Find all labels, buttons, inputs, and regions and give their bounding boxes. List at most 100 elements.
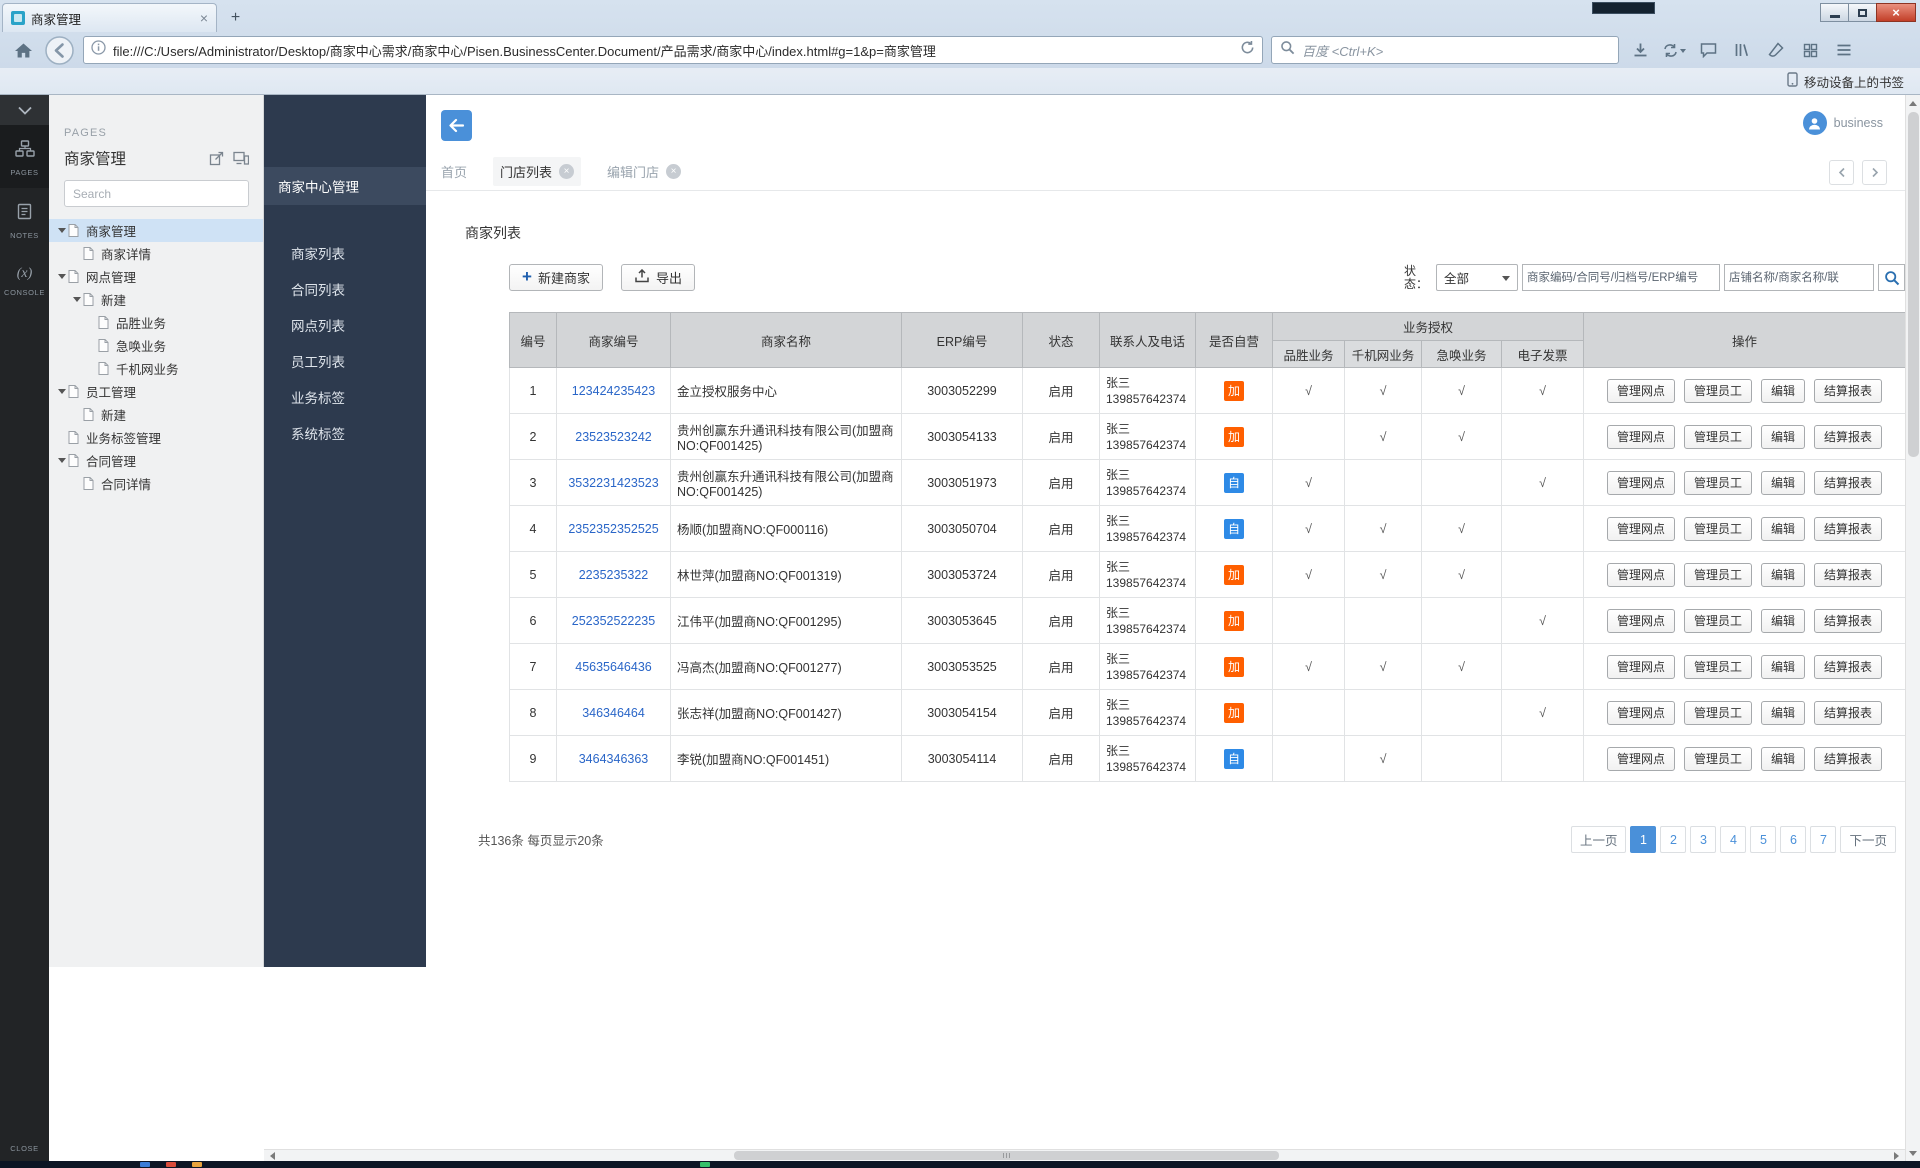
vertical-scroll-thumb[interactable] bbox=[1908, 112, 1919, 457]
page-button[interactable]: 6 bbox=[1780, 826, 1806, 853]
tree-item[interactable]: 员工管理 bbox=[49, 380, 263, 403]
manage-staff-button[interactable]: 管理员工 bbox=[1684, 471, 1752, 495]
tree-item[interactable]: 品胜业务 bbox=[49, 311, 263, 334]
page-button[interactable]: 4 bbox=[1720, 826, 1746, 853]
share-icon[interactable] bbox=[209, 151, 224, 166]
download-icon[interactable] bbox=[1627, 38, 1653, 62]
new-tab-button[interactable]: + bbox=[222, 7, 249, 28]
tree-item[interactable]: 商家详情 bbox=[49, 242, 263, 265]
tree-item[interactable]: 新建 bbox=[49, 403, 263, 426]
tree-caret-icon[interactable] bbox=[55, 270, 68, 283]
manage-staff-button[interactable]: 管理员工 bbox=[1684, 655, 1752, 679]
tab-close-icon[interactable]: × bbox=[666, 164, 681, 179]
scroll-right-arrow[interactable] bbox=[1890, 1150, 1905, 1162]
manage-outlets-button[interactable]: 管理网点 bbox=[1607, 425, 1675, 449]
scroll-up-arrow[interactable] bbox=[1909, 95, 1917, 109]
home-icon[interactable] bbox=[10, 38, 36, 62]
merchant-id-link[interactable]: 3532231423523 bbox=[568, 476, 658, 490]
address-bar[interactable]: file:///C:/Users/Administrator/Desktop/商… bbox=[83, 36, 1263, 64]
tree-item[interactable]: 新建 bbox=[49, 288, 263, 311]
close-button[interactable]: × bbox=[1876, 3, 1916, 22]
manage-outlets-button[interactable]: 管理网点 bbox=[1607, 517, 1675, 541]
chat-icon[interactable] bbox=[1695, 38, 1721, 62]
sidebar-item[interactable]: 合同列表 bbox=[264, 271, 426, 307]
settlement-report-button[interactable]: 结算报表 bbox=[1814, 471, 1882, 495]
doc-tab[interactable]: 门店列表× bbox=[493, 157, 581, 186]
doc-tab[interactable]: 首页 bbox=[441, 162, 467, 181]
edit-button[interactable]: 编辑 bbox=[1761, 747, 1805, 771]
manage-outlets-button[interactable]: 管理网点 bbox=[1607, 563, 1675, 587]
merchant-code-input[interactable] bbox=[1522, 264, 1720, 291]
new-merchant-button[interactable]: + 新建商家 bbox=[509, 264, 603, 291]
manage-staff-button[interactable]: 管理员工 bbox=[1684, 379, 1752, 403]
pages-search-input[interactable] bbox=[73, 187, 240, 201]
taskbar-icon[interactable] bbox=[192, 1162, 202, 1167]
prev-page-button[interactable]: 上一页 bbox=[1571, 826, 1627, 853]
reload-icon[interactable] bbox=[1240, 40, 1255, 60]
settlement-report-button[interactable]: 结算报表 bbox=[1814, 425, 1882, 449]
manage-staff-button[interactable]: 管理员工 bbox=[1684, 563, 1752, 587]
manage-staff-button[interactable]: 管理员工 bbox=[1684, 425, 1752, 449]
page-button[interactable]: 7 bbox=[1810, 826, 1836, 853]
edit-button[interactable]: 编辑 bbox=[1761, 655, 1805, 679]
sync-icon[interactable] bbox=[1661, 38, 1687, 62]
search-box[interactable]: 百度 <Ctrl+K> bbox=[1271, 36, 1619, 64]
edit-button[interactable]: 编辑 bbox=[1761, 471, 1805, 495]
merchant-id-link[interactable]: 2235235322 bbox=[579, 568, 649, 582]
tree-caret-icon[interactable] bbox=[55, 385, 68, 398]
taskbar-icon[interactable] bbox=[166, 1162, 176, 1167]
tools-icon[interactable] bbox=[1797, 38, 1823, 62]
manage-staff-button[interactable]: 管理员工 bbox=[1684, 747, 1752, 771]
sidebar-item[interactable]: 网点列表 bbox=[264, 307, 426, 343]
settlement-report-button[interactable]: 结算报表 bbox=[1814, 609, 1882, 633]
sidebar-item[interactable]: 业务标签 bbox=[264, 379, 426, 415]
settlement-report-button[interactable]: 结算报表 bbox=[1814, 655, 1882, 679]
tab-scroll-left-button[interactable] bbox=[1829, 160, 1854, 185]
tab-close-icon[interactable]: × bbox=[559, 164, 574, 179]
horizontal-scrollbar[interactable] bbox=[264, 1149, 1905, 1161]
tree-item[interactable]: 网点管理 bbox=[49, 265, 263, 288]
merchant-id-link[interactable]: 252352522235 bbox=[572, 614, 655, 628]
back-button[interactable] bbox=[441, 110, 472, 141]
settlement-report-button[interactable]: 结算报表 bbox=[1814, 701, 1882, 725]
merchant-id-link[interactable]: 3464346363 bbox=[579, 752, 649, 766]
next-page-button[interactable]: 下一页 bbox=[1840, 826, 1896, 853]
horizontal-scroll-thumb[interactable] bbox=[734, 1151, 1279, 1160]
tree-item[interactable]: 急唤业务 bbox=[49, 334, 263, 357]
scroll-left-arrow[interactable] bbox=[264, 1150, 279, 1162]
edit-button[interactable]: 编辑 bbox=[1761, 609, 1805, 633]
collapse-panel-button[interactable] bbox=[0, 95, 49, 125]
sidebar-item[interactable]: 商家列表 bbox=[264, 235, 426, 271]
edit-button[interactable]: 编辑 bbox=[1761, 425, 1805, 449]
devices-icon[interactable] bbox=[233, 151, 249, 165]
manage-outlets-button[interactable]: 管理网点 bbox=[1607, 609, 1675, 633]
tab-scroll-right-button[interactable] bbox=[1862, 160, 1887, 185]
windows-taskbar[interactable] bbox=[0, 1161, 1920, 1168]
status-select[interactable]: 全部 bbox=[1436, 264, 1518, 291]
merchant-id-link[interactable]: 346346464 bbox=[582, 706, 645, 720]
page-button[interactable]: 1 bbox=[1630, 826, 1656, 853]
browser-tab[interactable]: 商家管理 × bbox=[2, 3, 217, 32]
page-button[interactable]: 5 bbox=[1750, 826, 1776, 853]
tree-caret-icon[interactable] bbox=[55, 224, 68, 237]
edit-button[interactable]: 编辑 bbox=[1761, 701, 1805, 725]
info-icon[interactable] bbox=[91, 40, 106, 60]
scroll-down-arrow[interactable] bbox=[1909, 1147, 1917, 1161]
manage-staff-button[interactable]: 管理员工 bbox=[1684, 701, 1752, 725]
tree-item[interactable]: 合同详情 bbox=[49, 472, 263, 495]
manage-staff-button[interactable]: 管理员工 bbox=[1684, 609, 1752, 633]
sidebar-item[interactable]: 员工列表 bbox=[264, 343, 426, 379]
settlement-report-button[interactable]: 结算报表 bbox=[1814, 379, 1882, 403]
mobile-bookmarks[interactable]: 移动设备上的书签 bbox=[1787, 72, 1904, 91]
tree-caret-icon[interactable] bbox=[55, 454, 68, 467]
edit-button[interactable]: 编辑 bbox=[1761, 517, 1805, 541]
manage-outlets-button[interactable]: 管理网点 bbox=[1607, 747, 1675, 771]
library-icon[interactable] bbox=[1729, 38, 1755, 62]
menu-icon[interactable] bbox=[1831, 38, 1857, 62]
merchant-id-link[interactable]: 2352352352525 bbox=[568, 522, 658, 536]
tree-item[interactable]: 千机网业务 bbox=[49, 357, 263, 380]
merchant-id-link[interactable]: 123424235423 bbox=[572, 384, 655, 398]
manage-staff-button[interactable]: 管理员工 bbox=[1684, 517, 1752, 541]
rail-item-pages[interactable]: PAGES bbox=[0, 125, 49, 188]
taskbar-icon[interactable] bbox=[700, 1162, 710, 1167]
